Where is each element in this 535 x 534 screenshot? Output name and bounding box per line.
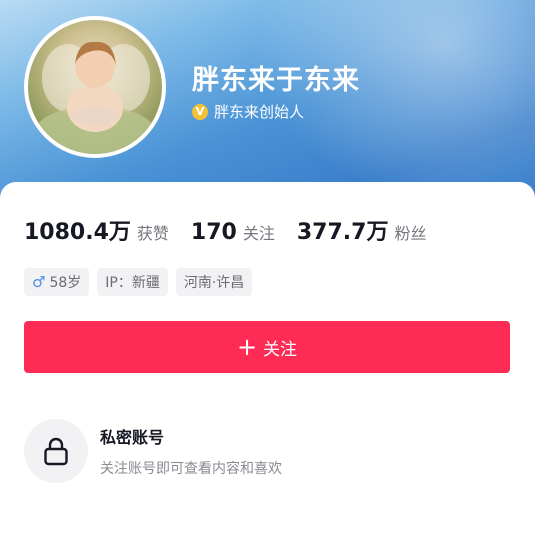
lock-icon-container [24,419,88,483]
following-label[interactable]: 关注 [243,220,275,244]
age-tag: ♂ 58岁 [24,268,90,296]
stats-row: 1080.4万 获赞 170 关注 377.7万 粉丝 [24,214,448,246]
profile-tags: ♂ 58岁 IP：新疆 河南·许昌 [24,268,260,296]
age-label: 58岁 [49,275,82,291]
ip-tag: IP：新疆 [97,268,168,296]
following-count[interactable]: 170 [191,220,237,245]
private-account-text: 私密账号 关注账号即可查看内容和喜欢 [100,424,282,478]
verification-label: 胖东来创始人 [214,103,305,121]
verification-badge: V 胖东来创始人 [192,101,304,122]
private-account-title: 私密账号 [100,428,165,447]
follow-button[interactable]: + 关注 [24,321,510,373]
profile-card: 1080.4万 获赞 170 关注 377.7万 粉丝 ♂ 58岁 IP：新疆 … [0,182,535,534]
plus-icon: + [236,333,258,361]
avatar-image [35,41,155,154]
followers-count[interactable]: 377.7万 [297,214,389,246]
private-account-notice: 私密账号 关注账号即可查看内容和喜欢 [24,419,282,483]
male-icon: ♂ [32,273,46,291]
profile-header-background: 胖东来于东来 V 胖东来创始人 [0,0,535,200]
lock-icon [44,437,68,466]
location-tag: 河南·许昌 [175,268,253,296]
profile-name: 胖东来于东来 [192,65,360,96]
likes-label[interactable]: 获赞 [137,220,169,244]
likes-count[interactable]: 1080.4万 [24,214,131,246]
verified-icon: V [192,103,208,120]
avatar[interactable] [24,16,166,158]
follow-button-label: 关注 [263,339,298,360]
private-account-description: 关注账号即可查看内容和喜欢 [100,461,282,477]
followers-label[interactable]: 粉丝 [394,220,426,244]
